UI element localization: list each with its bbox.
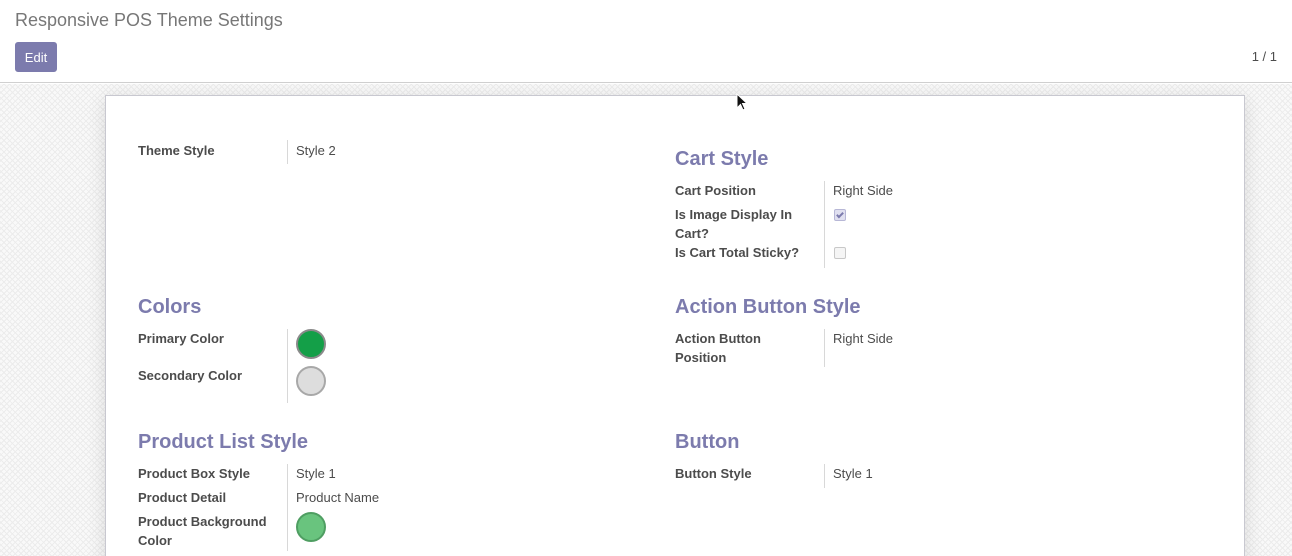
field-separator bbox=[287, 140, 288, 164]
product-background-color-swatch[interactable] bbox=[296, 512, 326, 542]
product-background-color-label: Product Background bbox=[138, 514, 267, 529]
product-list-style-heading: Product List Style bbox=[138, 431, 309, 453]
edit-button[interactable]: Edit bbox=[15, 42, 57, 72]
cart-position-label: Cart Position bbox=[675, 183, 756, 198]
action-button-position-label-cont: Position bbox=[675, 350, 727, 365]
cart-position-value: Right Side bbox=[833, 183, 893, 198]
primary-color-swatch[interactable] bbox=[296, 329, 326, 359]
action-button-position-value: Right Side bbox=[833, 331, 893, 346]
theme-style-value: Style 2 bbox=[296, 143, 336, 158]
button-style-label: Button Style bbox=[675, 466, 752, 481]
action-button-style-heading: Action Button Style bbox=[675, 296, 861, 318]
image-display-label-cont: Cart? bbox=[675, 226, 709, 241]
primary-color-label: Primary Color bbox=[138, 331, 224, 346]
product-box-style-value: Style 1 bbox=[296, 466, 336, 481]
button-style-value: Style 1 bbox=[833, 466, 873, 481]
field-separator bbox=[287, 329, 288, 403]
image-display-label: Is Image Display In bbox=[675, 207, 793, 222]
product-background-color-label-cont: Color bbox=[138, 533, 172, 548]
action-button-position-label: Action Button bbox=[675, 331, 761, 346]
form-view-background: Theme Style Style 2 Cart Style Cart Posi… bbox=[0, 84, 1292, 556]
colors-heading: Colors bbox=[138, 296, 202, 318]
product-box-style-label: Product Box Style bbox=[138, 466, 250, 481]
cart-style-heading: Cart Style bbox=[675, 148, 769, 170]
field-separator bbox=[824, 181, 825, 268]
button-heading: Button bbox=[675, 431, 740, 453]
field-separator bbox=[287, 464, 288, 551]
field-separator bbox=[824, 464, 825, 488]
product-detail-value: Product Name bbox=[296, 490, 380, 505]
secondary-color-label: Secondary Color bbox=[138, 368, 243, 383]
mouse-cursor-icon bbox=[736, 93, 749, 111]
secondary-color-swatch[interactable] bbox=[296, 366, 326, 396]
theme-style-label: Theme Style bbox=[138, 143, 215, 158]
breadcrumb[interactable]: Responsive POS Theme Settings bbox=[15, 10, 283, 31]
field-separator bbox=[824, 329, 825, 367]
pager-value[interactable]: 1 / 1 bbox=[1252, 49, 1277, 64]
check-icon bbox=[836, 210, 844, 219]
control-panel: Responsive POS Theme Settings Edit 1 / 1 bbox=[0, 0, 1292, 83]
cart-total-sticky-label: Is Cart Total Sticky? bbox=[675, 245, 800, 260]
form-sheet: Theme Style Style 2 Cart Style Cart Posi… bbox=[105, 95, 1245, 556]
cart-total-sticky-checkbox[interactable] bbox=[834, 247, 846, 259]
image-display-checkbox[interactable] bbox=[834, 209, 846, 221]
product-detail-label: Product Detail bbox=[138, 490, 227, 505]
